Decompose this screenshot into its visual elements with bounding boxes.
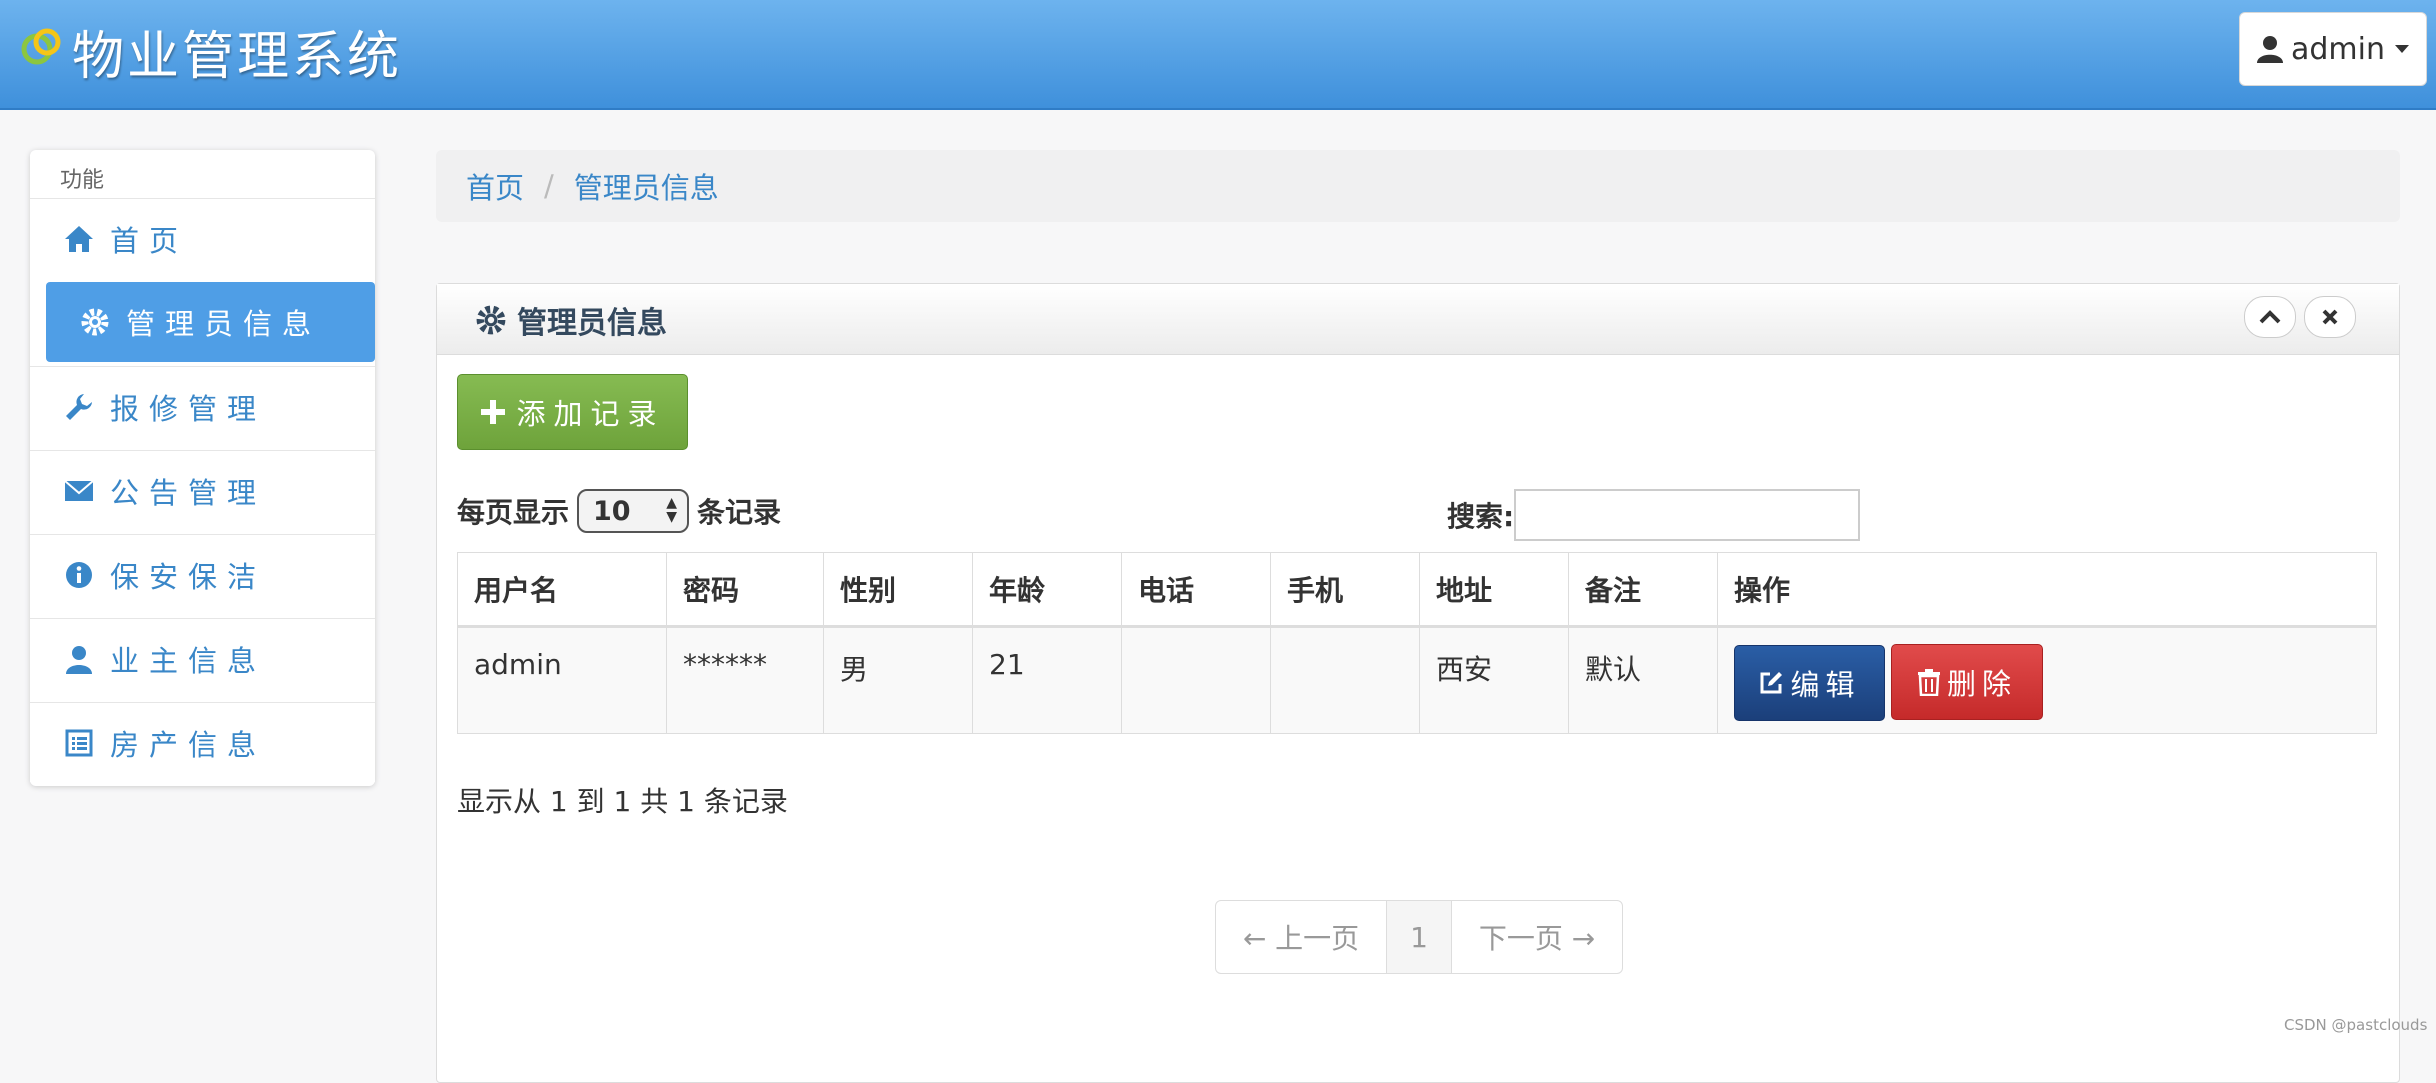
sidebar-heading: 功能 — [60, 168, 105, 193]
edit-label: 编辑 — [1790, 668, 1861, 702]
sidebar: 功能 首页 管理员信息 报修管理 公告管理 保安保洁 业主信息 房产信息 — [30, 150, 375, 786]
cell-mobile — [1270, 626, 1420, 734]
cell-password: ****** — [666, 626, 824, 734]
admin-info-panel: 管理员信息 添加记录 每页显示 10 ▲ ▼ 条记录 搜索: 用户名 密码 性别… — [436, 283, 2400, 1083]
sidebar-item-label: 管理员信息 — [126, 307, 322, 341]
column-header[interactable]: 操作 — [1717, 552, 2377, 628]
cell-gender: 男 — [823, 626, 973, 734]
panel-title-text: 管理员信息 — [517, 306, 667, 341]
column-header[interactable]: 密码 — [666, 552, 824, 628]
sidebar-item-label: 业主信息 — [110, 643, 267, 678]
add-record-label: 添加记录 — [516, 397, 665, 431]
sidebar-item-label: 公告管理 — [110, 475, 267, 510]
cell-address: 西安 — [1419, 626, 1569, 734]
edit-button[interactable]: 编辑 — [1734, 645, 1885, 721]
sidebar-item-owner[interactable]: 业主信息 — [30, 618, 375, 698]
page-length-prefix: 每页显示 — [457, 496, 570, 529]
add-record-button[interactable]: 添加记录 — [457, 374, 688, 450]
next-page-button[interactable]: 下一页 → — [1452, 901, 1622, 973]
top-bar: 物业管理系统 admin — [0, 0, 2436, 110]
gear-icon — [78, 305, 112, 339]
gear-icon — [476, 305, 506, 335]
chevron-up-icon — [2259, 310, 2281, 324]
page-number-button[interactable]: 1 — [1387, 901, 1452, 973]
cell-username: admin — [457, 626, 667, 734]
sidebar-item-label: 报修管理 — [110, 391, 267, 426]
cell-phone — [1121, 626, 1271, 734]
delete-label: 删除 — [1946, 667, 2017, 701]
chevron-down-icon — [2395, 45, 2409, 53]
trash-icon — [1917, 669, 1940, 696]
page-length-control: 每页显示 10 ▲ ▼ 条记录 — [457, 489, 781, 533]
column-header[interactable]: 手机 — [1270, 552, 1420, 628]
sidebar-item-label: 保安保洁 — [110, 559, 267, 594]
page-length-suffix: 条记录 — [697, 496, 782, 529]
column-header[interactable]: 电话 — [1121, 552, 1271, 628]
app-title: 物业管理系统 — [72, 27, 403, 87]
sidebar-item-security[interactable]: 保安保洁 — [30, 534, 375, 614]
breadcrumb-home-link[interactable]: 首页 — [466, 165, 524, 207]
table-row: admin ****** 男 21 西安 默认 编辑 删除 — [457, 626, 2377, 734]
search-input[interactable] — [1514, 489, 1861, 541]
sidebar-item-label: 首页 — [110, 223, 189, 258]
logo-icon — [21, 28, 61, 65]
breadcrumb-current-link[interactable]: 管理员信息 — [574, 165, 719, 207]
sidebar-item-repair[interactable]: 报修管理 — [30, 366, 375, 446]
close-panel-button[interactable] — [2304, 296, 2356, 338]
breadcrumb-separator: / — [544, 169, 554, 203]
sidebar-item-notice[interactable]: 公告管理 — [30, 450, 375, 530]
envelope-icon — [62, 474, 96, 508]
user-icon — [2257, 36, 2283, 63]
info-icon — [62, 558, 96, 592]
search-control: 搜索: — [1447, 489, 1861, 541]
sidebar-item-home[interactable]: 首页 — [30, 198, 375, 278]
user-name: admin — [2291, 31, 2385, 67]
breadcrumb: 首页 / 管理员信息 — [436, 150, 2400, 222]
sidebar-item-property[interactable]: 房产信息 — [30, 702, 375, 782]
cell-age: 21 — [972, 626, 1122, 734]
edit-icon — [1760, 672, 1783, 694]
admin-table: 用户名 密码 性别 年龄 电话 手机 地址 备注 操作 admin ******… — [457, 552, 2377, 734]
page-length-select[interactable]: 10 ▲ ▼ — [577, 489, 690, 533]
column-header[interactable]: 备注 — [1568, 552, 1718, 628]
wrench-icon — [62, 390, 96, 424]
column-header[interactable]: 性别 — [823, 552, 973, 628]
column-header[interactable]: 用户名 — [457, 552, 667, 628]
select-arrows-icon: ▲ ▼ — [666, 495, 678, 525]
user-icon — [62, 642, 96, 676]
table-header-row: 用户名 密码 性别 年龄 电话 手机 地址 备注 操作 — [457, 552, 2377, 628]
delete-button[interactable]: 删除 — [1891, 644, 2043, 720]
column-header[interactable]: 地址 — [1419, 552, 1569, 628]
collapse-button[interactable] — [2244, 296, 2296, 338]
cell-actions: 编辑 删除 — [1717, 626, 2377, 734]
pagination: ← 上一页 1 下一页 → — [1215, 900, 1623, 974]
watermark: CSDN @pastclouds — [2284, 1016, 2428, 1034]
list-icon — [62, 726, 96, 760]
cell-remark: 默认 — [1568, 626, 1718, 734]
page-length-value: 10 — [593, 495, 631, 527]
sidebar-item-admin-info[interactable]: 管理员信息 — [46, 282, 375, 362]
column-header[interactable]: 年龄 — [972, 552, 1122, 628]
plus-icon — [481, 400, 506, 424]
panel-title: 管理员信息 — [475, 298, 667, 342]
user-menu-button[interactable]: admin — [2239, 12, 2427, 86]
sidebar-item-label: 房产信息 — [110, 727, 267, 762]
prev-page-button[interactable]: ← 上一页 — [1216, 901, 1387, 973]
home-icon — [62, 222, 96, 256]
close-icon — [2322, 309, 2338, 325]
search-label: 搜索: — [1447, 500, 1515, 533]
table-info: 显示从 1 到 1 共 1 条记录 — [457, 785, 788, 818]
panel-header: 管理员信息 — [437, 284, 2399, 355]
